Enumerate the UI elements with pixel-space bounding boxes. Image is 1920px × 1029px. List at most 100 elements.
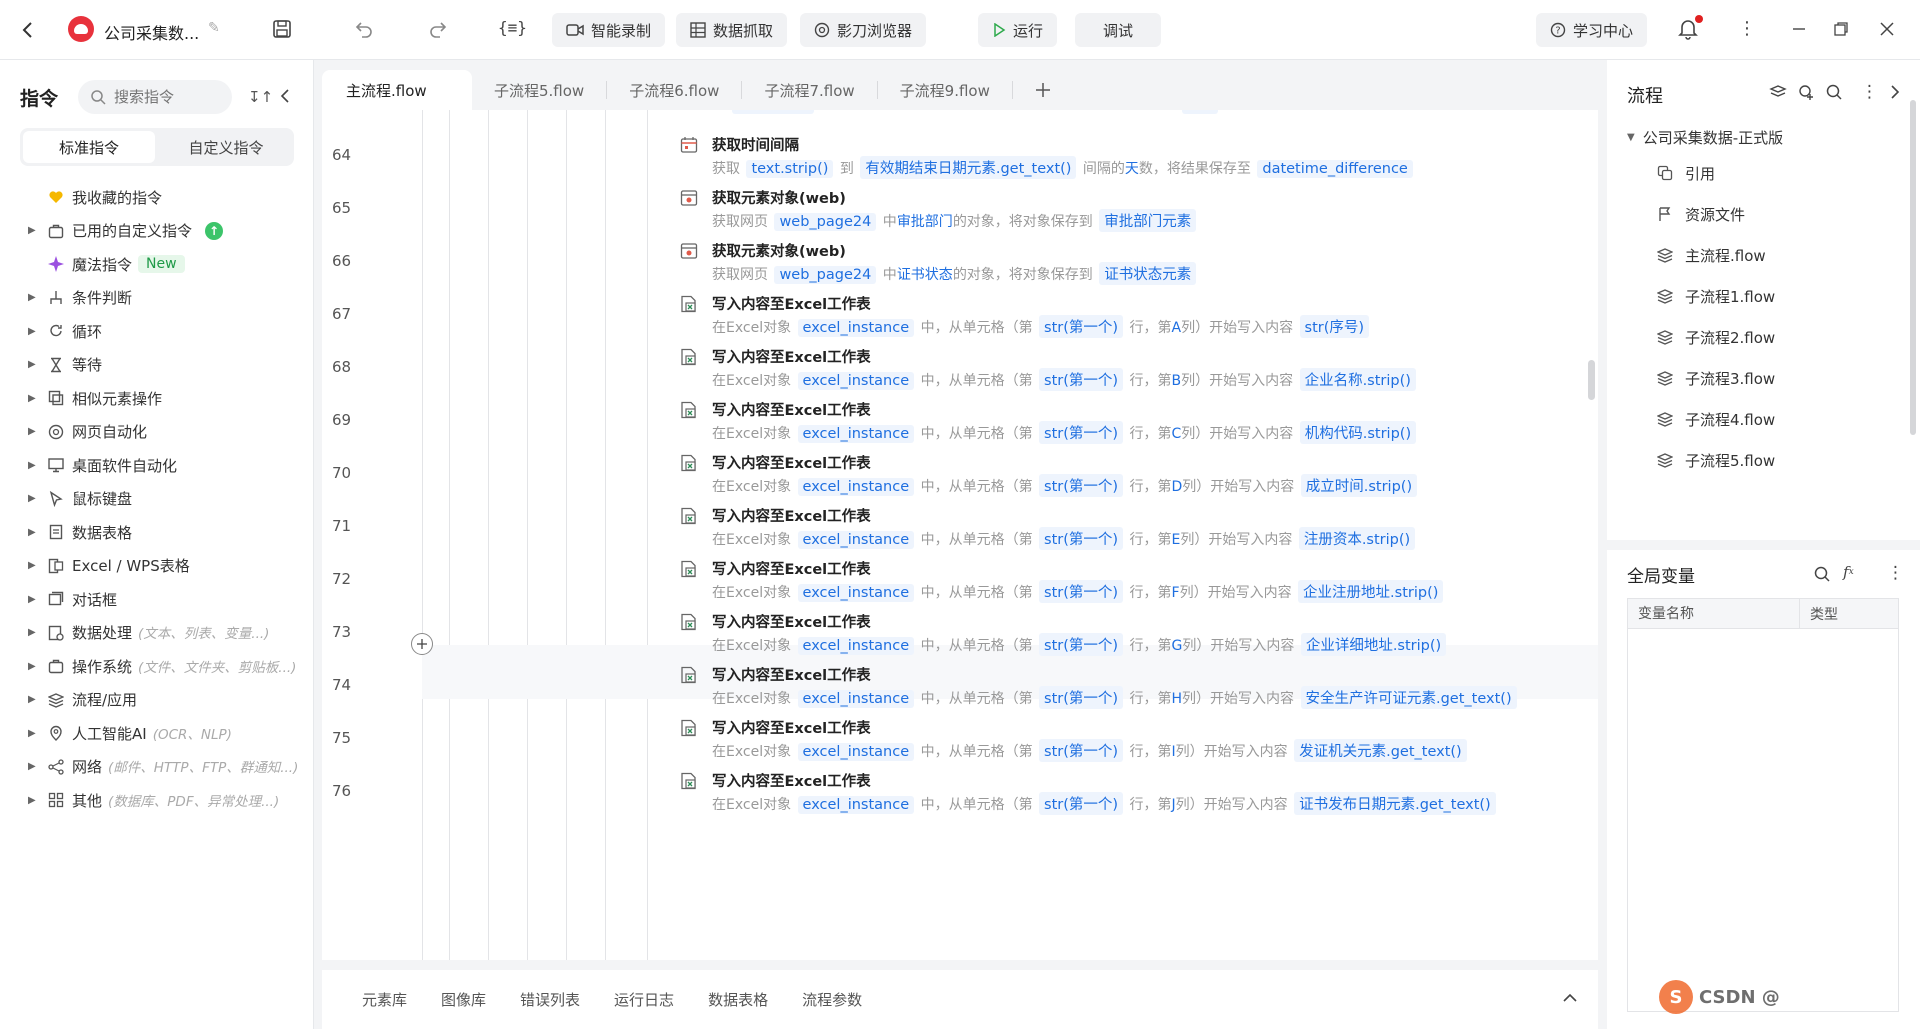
variable-chip[interactable]: 成立时间.strip() bbox=[1300, 474, 1418, 497]
variable-chip[interactable]: 审批部门元素 bbox=[1099, 209, 1197, 232]
variable-chip[interactable]: excel_instance bbox=[797, 637, 915, 655]
browser-button[interactable]: 影刀浏览器 bbox=[800, 13, 927, 47]
tree-item[interactable]: 引用 bbox=[1607, 158, 1920, 188]
variable-chip[interactable]: str(第一个) bbox=[1039, 633, 1124, 656]
tree-item[interactable]: 资源文件 bbox=[1607, 199, 1920, 229]
variable-chip[interactable]: 企业注册地址.strip() bbox=[1298, 580, 1444, 603]
variable-chip[interactable]: str(第一个) bbox=[1039, 368, 1124, 391]
collapse-panel-icon[interactable] bbox=[280, 89, 290, 103]
smart-record-button[interactable]: 智能录制 bbox=[552, 13, 666, 47]
editor-scrollbar-thumb[interactable] bbox=[1588, 360, 1595, 400]
search-input[interactable] bbox=[114, 88, 224, 106]
tab-custom[interactable]: 自定义指令 bbox=[160, 131, 292, 163]
tab-flow[interactable]: 子流程7.flow bbox=[742, 70, 876, 110]
expand-bottom-icon[interactable] bbox=[1562, 990, 1578, 1006]
edit-icon[interactable]: ✎ bbox=[208, 20, 220, 36]
variable-chip[interactable]: 证书发布日期元素.get_text() bbox=[1294, 792, 1496, 815]
variable-chip[interactable]: str(第一个) bbox=[1039, 474, 1124, 497]
variable-chip[interactable]: str(第一个) bbox=[1039, 686, 1124, 709]
variable-chip[interactable]: excel_instance bbox=[797, 319, 915, 337]
bottom-tab[interactable]: 流程参数 bbox=[802, 989, 862, 1010]
bottom-tab[interactable]: 元素库 bbox=[362, 989, 407, 1010]
instruction-category[interactable]: ▶ 相似元素操作 bbox=[0, 383, 314, 413]
undo-icon[interactable] bbox=[354, 19, 374, 39]
instruction-category[interactable]: ▶ 鼠标键盘 bbox=[0, 484, 314, 514]
variable-chip[interactable]: excel_instance bbox=[797, 372, 915, 390]
instruction-category[interactable]: ▶ 循环 bbox=[0, 316, 314, 346]
tab-flow[interactable]: 子流程5.flow bbox=[472, 70, 606, 110]
save-icon[interactable] bbox=[272, 19, 292, 39]
instruction-category[interactable]: ▶ Excel / WPS表格 bbox=[0, 551, 314, 581]
bottom-tab[interactable]: 运行日志 bbox=[614, 989, 674, 1010]
instruction-category[interactable]: ▶ 其他 (数据库、PDF、异常处理...) bbox=[0, 785, 314, 815]
add-tab-button[interactable] bbox=[1013, 70, 1073, 110]
restore-icon[interactable] bbox=[1832, 20, 1850, 38]
instruction-category[interactable]: ▶ 流程/应用 bbox=[0, 685, 314, 715]
close-icon[interactable] bbox=[1878, 20, 1896, 38]
tree-item[interactable]: 主流程.flow bbox=[1607, 240, 1920, 270]
tab-flow[interactable]: 主流程.flow bbox=[322, 70, 472, 110]
bottom-tab[interactable]: 错误列表 bbox=[520, 989, 580, 1010]
right-scrollbar-thumb[interactable] bbox=[1910, 100, 1916, 435]
instruction-category[interactable]: ▶ 对话框 bbox=[0, 584, 314, 614]
variable-chip[interactable]: text.strip() bbox=[746, 160, 834, 178]
tree-item[interactable]: 子流程1.flow bbox=[1607, 281, 1920, 311]
variable-chip[interactable]: excel_instance bbox=[797, 743, 915, 761]
instruction-category[interactable]: ▶ 网页自动化 bbox=[0, 417, 314, 447]
instruction-category[interactable]: ▶ 桌面软件自动化 bbox=[0, 450, 314, 480]
variable-chip[interactable]: excel_instance bbox=[797, 796, 915, 814]
variable-chip[interactable]: str(第一个) bbox=[1039, 792, 1124, 815]
variable-chip[interactable]: str(第一个) bbox=[1039, 527, 1124, 550]
run-button[interactable]: 运行 bbox=[978, 13, 1058, 47]
more-vertical-icon[interactable]: ⋮ bbox=[1738, 18, 1756, 39]
flow-search-icon[interactable] bbox=[1825, 83, 1843, 101]
project-node[interactable]: ▼ 公司采集数据-正式版 bbox=[1627, 122, 1783, 152]
instruction-category[interactable]: ▶ 网络 (邮件、HTTP、FTP、群通知...) bbox=[0, 752, 314, 782]
variable-chip[interactable]: excel_instance bbox=[797, 425, 915, 443]
variable-chip[interactable]: 有效期结束日期元素.get_text() bbox=[860, 156, 1077, 179]
variable-chip[interactable]: 安全生产许可证元素.get_text() bbox=[1300, 686, 1517, 709]
tab-flow[interactable]: 子流程6.flow bbox=[607, 70, 741, 110]
variable-chip[interactable]: datetime_difference bbox=[1257, 160, 1413, 178]
flow-more-icon[interactable]: ⋮ bbox=[1861, 82, 1878, 102]
variable-chip[interactable]: str(第一个) bbox=[1039, 739, 1124, 762]
instruction-category[interactable]: 我收藏的指令 bbox=[0, 182, 314, 212]
tree-item[interactable]: 子流程3.flow bbox=[1607, 363, 1920, 393]
flow-step-row[interactable]: 76 写入内容至Excel工作表 在Excel对象 excel_instance 中… bbox=[322, 768, 1598, 833]
code-braces-icon[interactable]: {≡} bbox=[498, 18, 527, 37]
variable-chip[interactable]: excel_instance bbox=[797, 478, 915, 496]
back-button[interactable] bbox=[16, 18, 40, 42]
flow-settings-icon[interactable] bbox=[1769, 83, 1787, 101]
tree-item[interactable]: 子流程2.flow bbox=[1607, 322, 1920, 352]
function-icon[interactable]: fx bbox=[1843, 563, 1854, 581]
debug-button[interactable]: 调试 bbox=[1075, 13, 1161, 47]
variable-chip[interactable]: web_page24 bbox=[774, 266, 877, 284]
redo-icon[interactable] bbox=[428, 19, 448, 39]
minimize-icon[interactable] bbox=[1790, 20, 1808, 38]
instruction-category[interactable]: ▶ 已用的自定义指令 ↑ bbox=[0, 216, 314, 246]
sort-icon[interactable]: ↧↑ bbox=[248, 88, 273, 106]
variable-chip[interactable]: 发证机关元素.get_text() bbox=[1294, 739, 1467, 762]
variable-chip[interactable]: 机构代码.strip() bbox=[1299, 421, 1417, 444]
app-title[interactable]: 公司采集数... bbox=[104, 20, 199, 44]
tree-item[interactable]: 子流程6.flow bbox=[1607, 486, 1920, 488]
variable-chip[interactable]: excel_instance bbox=[797, 584, 915, 602]
variable-chip[interactable]: str(第一个) bbox=[1039, 315, 1124, 338]
variable-chip[interactable]: 证书状态元素 bbox=[1099, 262, 1197, 285]
variable-chip[interactable]: excel_instance bbox=[797, 690, 915, 708]
variable-chip[interactable]: str(序号) bbox=[1299, 315, 1370, 338]
bottom-tab[interactable]: 图像库 bbox=[441, 989, 486, 1010]
tree-item[interactable]: 子流程4.flow bbox=[1607, 404, 1920, 434]
instruction-category[interactable]: ▶ 数据表格 bbox=[0, 517, 314, 547]
variable-chip[interactable]: excel_instance bbox=[797, 531, 915, 549]
bottom-tab[interactable]: 数据表格 bbox=[708, 989, 768, 1010]
tab-standard[interactable]: 标准指令 bbox=[23, 131, 155, 163]
variable-chip[interactable]: 企业详细地址.strip() bbox=[1300, 633, 1447, 656]
learning-center-button[interactable]: ? 学习中心 bbox=[1536, 13, 1648, 47]
variable-chip[interactable]: str(第一个) bbox=[1039, 580, 1124, 603]
variable-chip[interactable]: web_page24 bbox=[774, 213, 877, 231]
instruction-category[interactable]: ▶ 数据处理 (文本、列表、变量...) bbox=[0, 618, 314, 648]
variable-chip[interactable]: 注册资本.strip() bbox=[1298, 527, 1416, 550]
add-flow-icon[interactable] bbox=[1797, 83, 1815, 101]
instruction-category[interactable]: ▶ 等待 bbox=[0, 350, 314, 380]
